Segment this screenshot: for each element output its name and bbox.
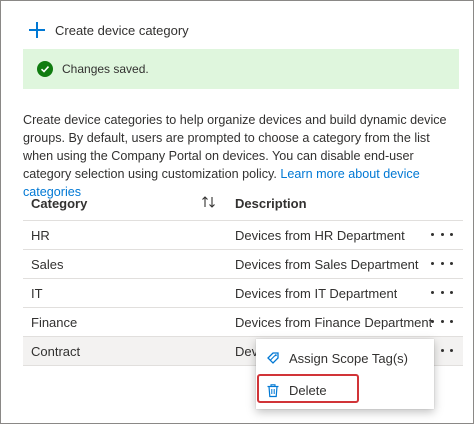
cell-description: Devices from HR Department: [235, 228, 405, 243]
column-header-category[interactable]: Category: [31, 196, 87, 211]
sort-icon[interactable]: [201, 195, 217, 209]
table-header: Category Description: [23, 187, 463, 221]
success-banner-text: Changes saved.: [62, 62, 149, 76]
assign-scope-tags-menu-item[interactable]: Assign Scope Tag(s): [256, 343, 434, 373]
table-row[interactable]: IT Devices from IT Department: [23, 279, 463, 308]
row-context-menu: Assign Scope Tag(s) Delete: [256, 339, 434, 409]
success-banner: Changes saved.: [23, 49, 459, 89]
more-options-icon[interactable]: [431, 312, 453, 330]
cell-category: HR: [31, 228, 50, 243]
more-options-icon[interactable]: [431, 283, 453, 301]
table-row[interactable]: HR Devices from HR Department: [23, 221, 463, 250]
delete-label: Delete: [289, 382, 327, 398]
cell-category: Contract: [31, 344, 81, 359]
cell-description: Devices from Finance Department: [235, 315, 433, 330]
cell-category: Finance: [31, 315, 78, 330]
cell-description: Devices from IT Department: [235, 286, 398, 301]
assign-scope-tags-label: Assign Scope Tag(s): [289, 350, 408, 366]
more-options-icon[interactable]: [431, 341, 453, 359]
more-options-icon[interactable]: [431, 225, 453, 243]
cell-category: Sales: [31, 257, 64, 272]
scope-tag-icon: [265, 350, 281, 366]
check-circle-icon: [37, 61, 53, 77]
plus-icon: [29, 22, 45, 38]
table-row[interactable]: Finance Devices from Finance Department: [23, 308, 463, 337]
more-options-icon[interactable]: [431, 254, 453, 272]
device-categories-panel: Create device category Changes saved. Cr…: [0, 0, 474, 424]
cell-description: Devices from Sales Department: [235, 257, 419, 272]
trash-icon: [265, 382, 281, 398]
create-device-category-label: Create device category: [55, 22, 189, 38]
column-header-description[interactable]: Description: [235, 196, 307, 211]
cell-category: IT: [31, 286, 43, 301]
create-device-category-button[interactable]: Create device category: [29, 19, 189, 41]
table-row[interactable]: Sales Devices from Sales Department: [23, 250, 463, 279]
delete-menu-item[interactable]: Delete: [256, 375, 434, 405]
